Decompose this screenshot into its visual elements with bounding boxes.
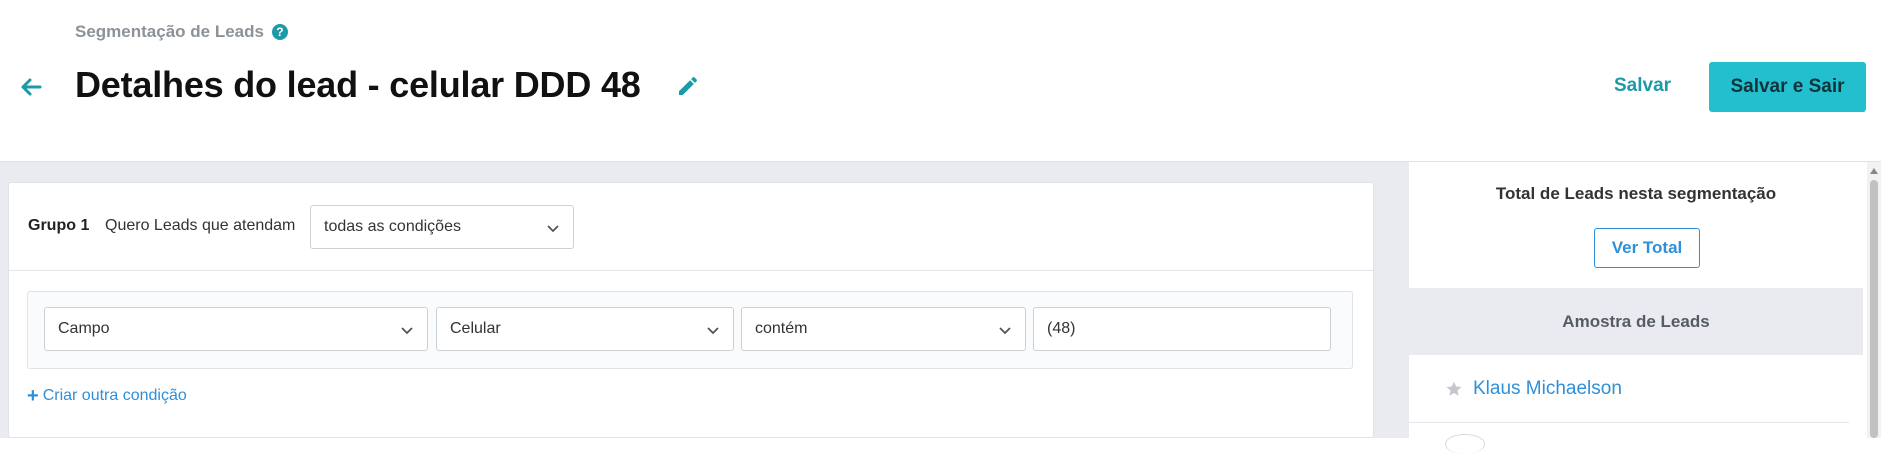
match-type-select[interactable]: todas as condições <box>310 205 574 249</box>
group-label: Grupo 1 <box>28 217 90 234</box>
scroll-up-arrow-icon[interactable] <box>1870 168 1878 174</box>
view-total-button[interactable]: Ver Total <box>1594 228 1700 268</box>
field-select[interactable]: Celular <box>436 307 734 351</box>
scrollbar[interactable] <box>1867 162 1881 438</box>
list-item[interactable]: Klaus Michaelson <box>1409 355 1849 423</box>
condition-group-card: Grupo 1 Quero Leads que atendam todas as… <box>8 182 1374 438</box>
group-header: Grupo 1 Quero Leads que atendam todas as… <box>9 183 1373 271</box>
chevron-down-icon <box>547 225 559 233</box>
chevron-down-icon <box>401 327 413 335</box>
total-leads-title: Total de Leads nesta segmentação <box>1495 184 1777 203</box>
chevron-down-icon <box>999 327 1011 335</box>
help-icon[interactable]: ? <box>271 24 288 40</box>
avatar <box>1445 434 1485 454</box>
leads-sidebar: Total de Leads nesta segmentação Ver Tot… <box>1397 162 1881 454</box>
field-type-value: Campo <box>58 320 110 337</box>
save-and-exit-button[interactable]: Salvar e Sair <box>1709 62 1866 112</box>
condition-value-input[interactable] <box>1033 307 1331 351</box>
scrollbar-thumb[interactable] <box>1870 180 1878 438</box>
operator-value: contém <box>755 320 808 337</box>
field-type-select[interactable]: Campo <box>44 307 428 351</box>
group-description: Quero Leads que atendam <box>105 217 296 234</box>
chevron-down-icon <box>707 327 719 335</box>
save-button[interactable]: Salvar <box>1594 60 1691 112</box>
lead-sample-header: Amostra de Leads <box>1409 288 1863 355</box>
page-header: Segmentação de Leads ? Detalhes do lead … <box>0 0 1881 162</box>
plus-icon: + <box>27 385 39 407</box>
condition-row: Campo Celular contém <box>27 291 1353 369</box>
star-icon[interactable] <box>1445 380 1463 398</box>
pencil-icon[interactable] <box>676 74 700 98</box>
lead-sample-title: Amostra de Leads <box>1562 311 1710 331</box>
page-title: Detalhes do lead - celular DDD 48 <box>75 64 641 105</box>
add-condition-link[interactable]: + Criar outra condição <box>27 386 187 406</box>
breadcrumb-label[interactable]: Segmentação de Leads <box>75 22 264 42</box>
lead-name-link[interactable]: Klaus Michaelson <box>1473 378 1622 400</box>
match-type-value: todas as condições <box>324 218 461 235</box>
breadcrumb: Segmentação de Leads ? <box>75 22 288 42</box>
field-value: Celular <box>450 320 501 337</box>
back-arrow-icon[interactable] <box>18 74 44 100</box>
add-condition-label: Criar outra condição <box>42 387 187 404</box>
segmentation-workspace: Grupo 1 Quero Leads que atendam todas as… <box>0 162 1397 438</box>
operator-select[interactable]: contém <box>741 307 1026 351</box>
